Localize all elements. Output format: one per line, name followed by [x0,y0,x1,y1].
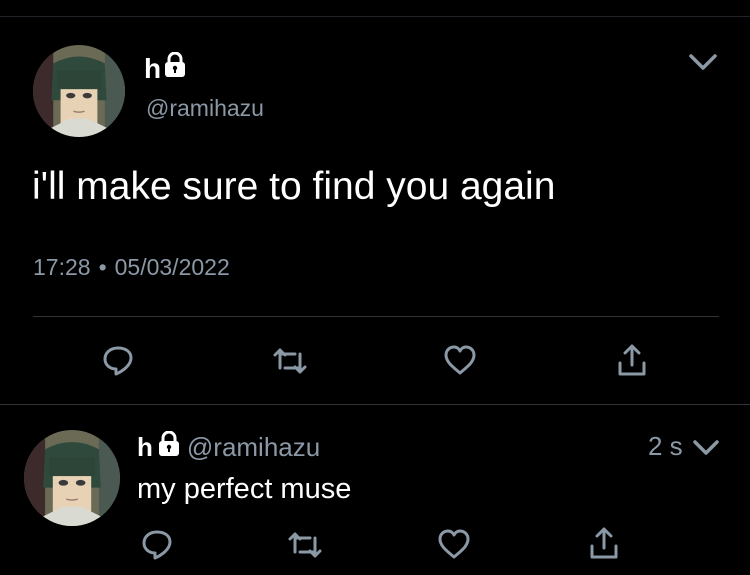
reply-icon[interactable] [101,343,135,377]
avatar-image [33,45,125,137]
author-avatar[interactable] [33,45,125,137]
author-name[interactable]: h [144,51,187,85]
tweet-divider [0,404,750,405]
meta-separator: • [98,254,107,280]
reply-timestamp[interactable]: 2 s [648,431,683,461]
chevron-down-icon[interactable] [690,436,722,460]
heart-icon[interactable] [437,528,471,560]
top-divider [0,16,750,17]
avatar-image [24,430,120,526]
reply-author-handle[interactable]: @ramihazu [187,432,320,462]
share-icon[interactable] [589,526,619,560]
heart-icon[interactable] [443,344,477,376]
chevron-down-icon[interactable] [686,50,720,76]
author-name-text[interactable]: h [144,53,161,85]
tweet-time[interactable]: 17:28 [33,254,91,280]
reply-text: my perfect muse [137,473,352,505]
share-icon[interactable] [617,343,647,377]
action-divider [33,316,719,317]
reply-author-name[interactable]: h [137,432,153,462]
reply-header: h @ramihazu [137,430,320,463]
reply-author-avatar[interactable] [24,430,120,526]
reply-icon[interactable] [140,527,174,561]
lock-icon [157,430,181,463]
retweet-icon[interactable] [287,530,323,560]
tweet-timestamp: 17:28 • 05/03/2022 [33,253,230,281]
lock-icon [163,51,187,85]
tweet-text: i'll make sure to find you again [32,165,556,208]
retweet-icon[interactable] [272,346,308,376]
author-handle[interactable]: @ramihazu [146,94,264,122]
tweet-date[interactable]: 05/03/2022 [115,254,230,280]
